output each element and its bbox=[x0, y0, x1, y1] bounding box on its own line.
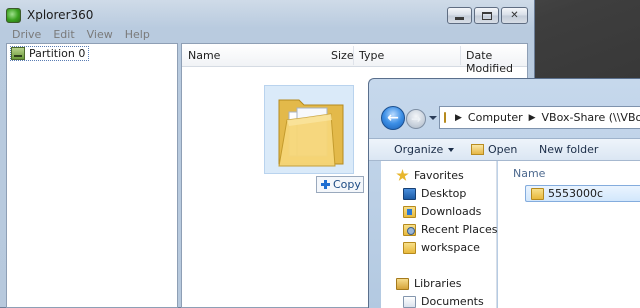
new-folder-label: New folder bbox=[539, 143, 599, 156]
menu-bar: Drive Edit View Help bbox=[0, 28, 535, 43]
nav-item-desktop[interactable]: Desktop bbox=[403, 187, 466, 200]
xplorer360-app-icon bbox=[6, 8, 21, 23]
minimize-button[interactable] bbox=[447, 7, 472, 24]
open-folder-icon bbox=[471, 144, 484, 155]
documents-icon bbox=[403, 295, 416, 308]
chevron-down-icon bbox=[448, 147, 455, 152]
back-button[interactable]: ← bbox=[381, 106, 405, 130]
nav-item-recent-places[interactable]: Recent Places bbox=[403, 223, 498, 236]
nav-item-label: Desktop bbox=[421, 187, 467, 200]
drive-tree: Partition 0 bbox=[6, 43, 178, 308]
folder-icon bbox=[531, 187, 544, 200]
nav-item-label: Recent Places bbox=[421, 223, 498, 236]
list-item-folder[interactable]: 5553000c bbox=[525, 185, 640, 202]
new-folder-button[interactable]: New folder bbox=[539, 143, 598, 156]
copy-tooltip-label: Copy bbox=[333, 178, 361, 191]
menu-drive[interactable]: Drive bbox=[6, 28, 47, 43]
menu-help[interactable]: Help bbox=[119, 28, 156, 43]
window-title: Xplorer360 bbox=[27, 8, 94, 22]
open-button[interactable]: Open bbox=[471, 143, 517, 156]
folder-icon bbox=[403, 241, 416, 254]
file-pane[interactable]: Name bbox=[498, 161, 640, 308]
libraries-label: Libraries bbox=[414, 277, 462, 290]
folder-name: 5553000c bbox=[548, 187, 604, 200]
plus-icon bbox=[321, 180, 330, 189]
forward-button[interactable]: → bbox=[406, 109, 426, 129]
navigation-buttons: ← → bbox=[381, 105, 426, 131]
column-header-size[interactable]: Size bbox=[331, 49, 354, 62]
folder-icon bbox=[278, 99, 344, 167]
column-header-type[interactable]: Type bbox=[359, 49, 384, 62]
nav-item-label: Downloads bbox=[421, 205, 482, 218]
menu-edit[interactable]: Edit bbox=[47, 28, 80, 43]
column-header-date-modified[interactable]: Date Modified bbox=[466, 49, 527, 75]
copy-tooltip: Copy bbox=[316, 176, 364, 193]
downloads-icon bbox=[403, 205, 416, 218]
navigation-pane: Favorites Desktop Downloads Recent Place… bbox=[381, 161, 498, 308]
breadcrumb-vbox-share[interactable]: VBox-Share (\\VBoxSvr bbox=[542, 111, 640, 124]
column-header-name[interactable]: Name bbox=[188, 49, 220, 62]
tree-item-label: Partition 0 bbox=[29, 47, 86, 60]
folder-icon bbox=[444, 112, 446, 123]
desktop-icon bbox=[403, 187, 416, 200]
nav-item-documents[interactable]: Documents bbox=[403, 295, 484, 308]
command-bar: Organize Open New folder bbox=[369, 138, 640, 161]
libraries-group[interactable]: Libraries bbox=[396, 277, 462, 290]
recent-places-icon bbox=[403, 223, 416, 236]
star-icon bbox=[396, 169, 409, 181]
recent-pages-dropdown-icon[interactable] bbox=[429, 116, 437, 120]
tree-item-partition-0[interactable]: Partition 0 bbox=[10, 46, 90, 61]
back-arrow-icon: ← bbox=[387, 110, 399, 126]
close-icon: ✕ bbox=[510, 9, 519, 21]
libraries-icon bbox=[396, 277, 409, 290]
column-divider[interactable] bbox=[460, 46, 461, 65]
breadcrumb-computer[interactable]: Computer bbox=[468, 111, 523, 124]
file-list-header: Name Size Type Date Modified bbox=[182, 44, 527, 75]
organize-button[interactable]: Organize bbox=[394, 143, 455, 156]
open-label: Open bbox=[488, 143, 518, 156]
nav-item-workspace[interactable]: workspace bbox=[403, 241, 480, 254]
nav-item-label: workspace bbox=[421, 241, 480, 254]
address-bar[interactable]: ▶ Computer ▶ VBox-Share (\\VBoxSvr bbox=[439, 106, 640, 129]
drag-ghost bbox=[264, 85, 354, 174]
favorites-label: Favorites bbox=[414, 169, 464, 182]
minimize-icon bbox=[455, 17, 464, 20]
forward-arrow-icon: → bbox=[410, 112, 422, 126]
drive-icon bbox=[11, 47, 25, 60]
favorites-group[interactable]: Favorites bbox=[396, 169, 464, 182]
nav-item-label: Documents bbox=[421, 295, 484, 308]
maximize-icon bbox=[481, 11, 492, 20]
chevron-right-icon[interactable]: ▶ bbox=[455, 113, 462, 123]
organize-label: Organize bbox=[394, 143, 444, 156]
column-header-name[interactable]: Name bbox=[498, 167, 545, 180]
close-button[interactable]: ✕ bbox=[501, 7, 528, 24]
nav-item-downloads[interactable]: Downloads bbox=[403, 205, 481, 218]
menu-view[interactable]: View bbox=[81, 28, 119, 43]
xplorer360-titlebar[interactable]: Xplorer360 ✕ bbox=[0, 0, 535, 29]
maximize-button[interactable] bbox=[474, 7, 499, 24]
chevron-right-icon[interactable]: ▶ bbox=[529, 113, 536, 123]
